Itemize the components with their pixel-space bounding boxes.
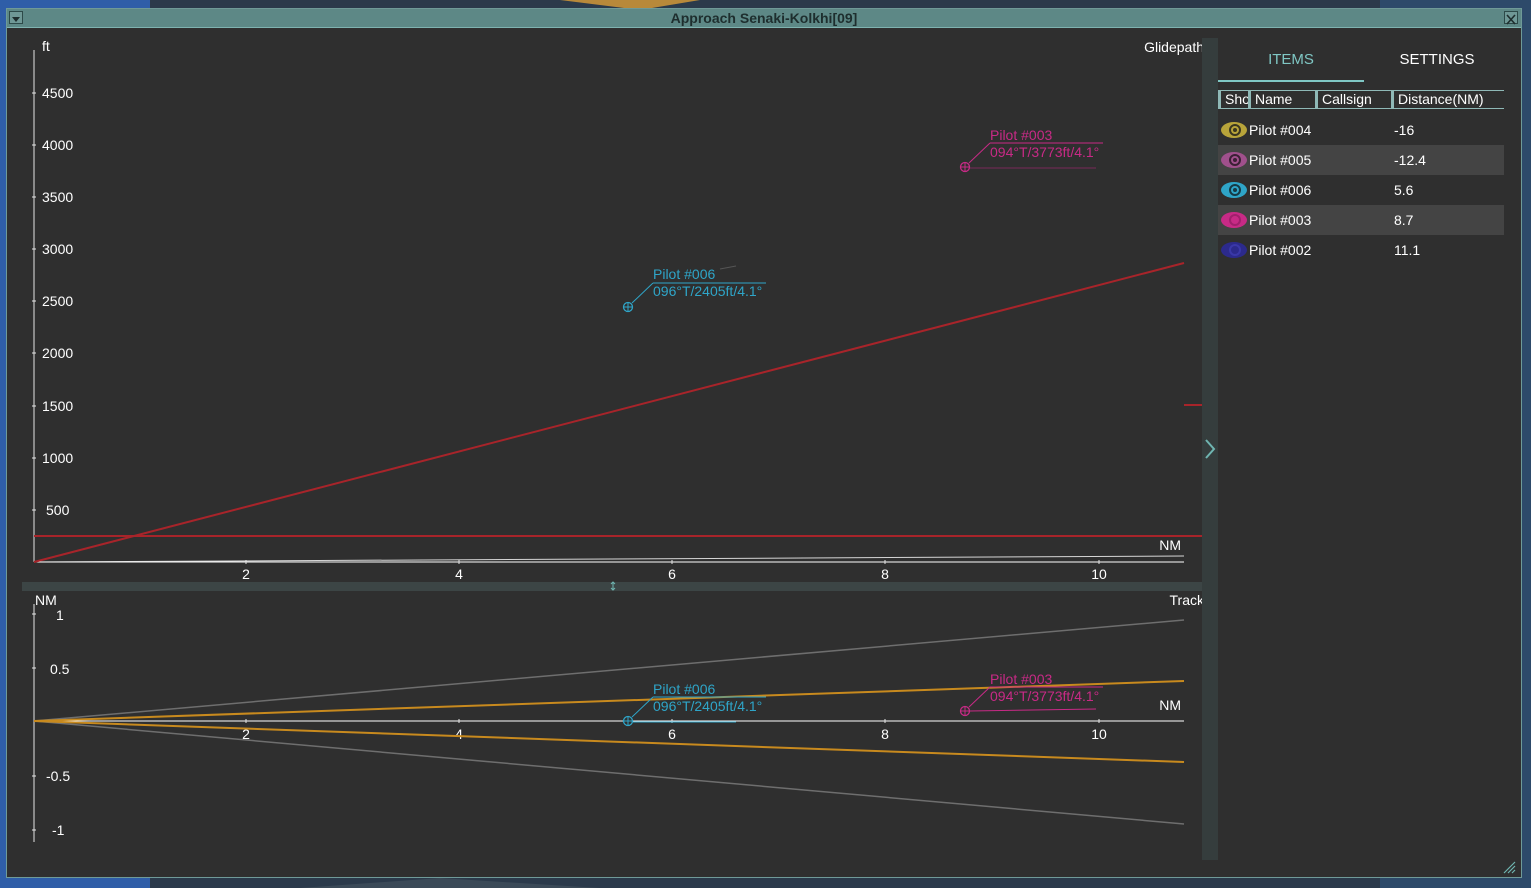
table-row[interactable]: Pilot #005 -12.4: [1218, 145, 1504, 175]
row-distance: 8.7: [1394, 212, 1414, 228]
pilot-label-info: 096°T/2405ft/4.1°: [653, 283, 762, 299]
table-row[interactable]: Pilot #003 8.7: [1218, 205, 1504, 235]
glidepath-y-ticks: 4500 4000 3500 3000 2500 2000 1500 1000 …: [32, 85, 73, 518]
tab-items[interactable]: ITEMS: [1218, 38, 1364, 82]
table-header: Show Name Callsign Distance(NM): [1218, 90, 1504, 109]
glidepath-x-tick-label: 6: [668, 566, 676, 582]
glidepath-y-tick-label: 1000: [42, 450, 73, 466]
tab-settings[interactable]: SETTINGS: [1364, 38, 1510, 80]
glidepath-y-tick-label: 2500: [42, 293, 73, 309]
track-chart[interactable]: NM Track NM 1 0.5 -0.5 -1 2 4 6 8 10 Pil…: [32, 592, 1205, 842]
row-distance: 11.1: [1394, 242, 1421, 258]
items-panel: ITEMS SETTINGS Show Name Callsign Distan…: [1218, 38, 1508, 860]
glidepath-y-tick-label: 2000: [42, 345, 73, 361]
table-row[interactable]: Pilot #002 11.1: [1218, 235, 1504, 265]
glidepath-x-tick-label: 2: [242, 566, 250, 582]
eye-icon[interactable]: [1220, 151, 1248, 169]
eye-icon[interactable]: [1220, 211, 1248, 229]
glidepath-pilot-003[interactable]: Pilot #003 094°T/3773ft/4.1°: [959, 127, 1103, 173]
track-x-tick-label: 4: [455, 726, 463, 742]
side-panel-toggle[interactable]: [1202, 38, 1218, 860]
glidepath-y-tick-label: 1500: [42, 398, 73, 414]
row-distance: 5.6: [1394, 182, 1414, 198]
glidepath-x-tick-label: 10: [1091, 566, 1107, 582]
glidepath-y-tick-label: 4500: [42, 85, 73, 101]
row-distance: -16: [1394, 122, 1415, 138]
glidepath-chart[interactable]: ft Glidepath NM 4500 4000 3500 3000 2500…: [32, 38, 1204, 582]
row-name: Pilot #005: [1249, 152, 1312, 168]
column-header-show[interactable]: Show: [1218, 91, 1248, 108]
pilot-label-info: 096°T/2405ft/4.1°: [653, 698, 762, 714]
track-y-tick-label: -1: [52, 822, 65, 838]
eye-icon[interactable]: [1220, 181, 1248, 199]
row-distance: -12.4: [1394, 152, 1426, 168]
glidepath-x-ticks: 2 4 6 8 10: [242, 560, 1107, 582]
eye-icon[interactable]: [1220, 241, 1248, 259]
glidepath-y-tick-label: 4000: [42, 137, 73, 153]
track-outer-limit-lower: [33, 720, 1185, 825]
track-y-unit: NM: [35, 592, 57, 608]
track-x-unit: NM: [1159, 697, 1181, 713]
pilot-label-info: 094°T/3773ft/4.1°: [990, 144, 1099, 160]
glidepath-title: Glidepath: [1144, 39, 1204, 55]
track-y-tick-label: -0.5: [46, 768, 70, 784]
track-y-tick-label: 1: [56, 607, 64, 623]
row-name: Pilot #004: [1249, 122, 1312, 138]
chevron-right-icon: [1205, 439, 1216, 459]
track-title: Track: [1170, 592, 1205, 608]
pilot-label-name: Pilot #006: [653, 266, 715, 282]
column-header-name[interactable]: Name: [1248, 91, 1315, 108]
items-table: Pilot #004 -16 Pilot #005 -12.4 Pilot #0…: [1218, 115, 1504, 265]
glidepath-x-tick-label: 4: [455, 566, 463, 582]
pilot-label-name: Pilot #006: [653, 681, 715, 697]
table-row[interactable]: Pilot #006 5.6: [1218, 175, 1504, 205]
track-inner-limit-lower: [33, 720, 1185, 763]
table-row[interactable]: Pilot #004 -16: [1218, 115, 1504, 145]
row-name: Pilot #006: [1249, 182, 1312, 198]
row-name: Pilot #003: [1249, 212, 1312, 228]
eye-icon[interactable]: [1220, 121, 1248, 139]
track-x-tick-label: 10: [1091, 726, 1107, 742]
glidepath-y-tick-label: 500: [46, 502, 70, 518]
glidepath-pilot-006[interactable]: Pilot #006 096°T/2405ft/4.1°: [622, 265, 766, 313]
pilot-label-info: 094°T/3773ft/4.1°: [990, 688, 1099, 704]
glidepath-x-unit: NM: [1159, 537, 1181, 553]
column-header-callsign[interactable]: Callsign: [1315, 91, 1391, 108]
glidepath-x-axis: [33, 555, 1185, 563]
glidepath-y-tick-label: 3500: [42, 189, 73, 205]
track-y-tick-label: 0.5: [50, 661, 70, 677]
track-x-tick-label: 6: [668, 726, 676, 742]
glidepath-line: [33, 262, 1185, 563]
glidepath-y-tick-label: 3000: [42, 241, 73, 257]
track-x-tick-label: 8: [881, 726, 889, 742]
glidepath-y-unit: ft: [42, 38, 50, 54]
row-name: Pilot #002: [1249, 242, 1312, 258]
glidepath-x-tick-label: 8: [881, 566, 889, 582]
track-pilot-006[interactable]: Pilot #006 096°T/2405ft/4.1°: [622, 681, 766, 727]
pilot-label-name: Pilot #003: [990, 127, 1052, 143]
pilot-label-name: Pilot #003: [990, 671, 1052, 687]
resize-grip-icon[interactable]: [1502, 860, 1516, 874]
track-pilot-003[interactable]: Pilot #003 094°T/3773ft/4.1°: [959, 671, 1103, 717]
column-header-distance[interactable]: Distance(NM): [1391, 91, 1504, 108]
panel-tabs: ITEMS SETTINGS: [1218, 38, 1508, 82]
